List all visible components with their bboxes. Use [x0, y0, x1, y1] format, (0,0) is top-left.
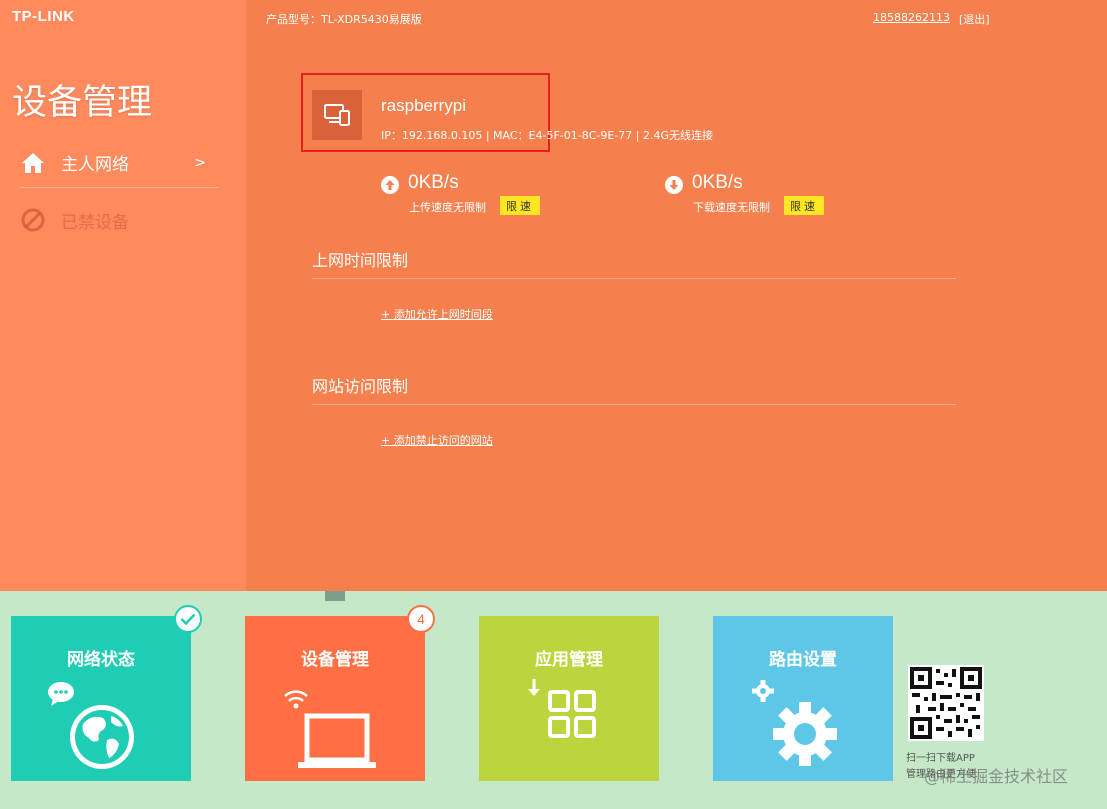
device-card: raspberrypi IP：192.168.0.105 | MAC：E4-5F…	[301, 73, 713, 152]
qr-caption: 扫一扫下载APP	[906, 753, 975, 764]
tile-app-management[interactable]: 应用管理	[479, 616, 659, 781]
tile-device-management[interactable]: 设备管理	[245, 616, 425, 781]
tile-router-settings[interactable]: 路由设置	[713, 616, 893, 781]
tile-label: 路由设置	[769, 650, 837, 670]
download-speed-value: 0KB/s	[692, 172, 743, 193]
globe-icon	[11, 674, 191, 774]
check-badge-icon	[174, 605, 202, 633]
qr-code-image	[908, 665, 984, 741]
upload-speed-desc: 上传速度无限制	[409, 201, 486, 214]
device-name: raspberrypi	[381, 96, 467, 115]
sidebar: TP-LINK 设备管理 主人网络 > 已禁设备	[0, 0, 246, 591]
logout-link[interactable]: [退出]	[959, 11, 990, 27]
sidebar-item-host-network[interactable]: 主人网络 >	[20, 138, 218, 188]
download-arrow-icon	[665, 176, 683, 194]
tile-label: 网络状态	[67, 650, 135, 670]
tile-network-status[interactable]: 网络状态	[11, 616, 191, 781]
sidebar-item-label: 主人网络	[61, 155, 129, 175]
download-limit-button[interactable]: 限速	[784, 196, 824, 215]
add-blocked-website-link[interactable]: + 添加禁止访问的网站	[381, 432, 493, 448]
tp-link-logo: TP-LINK	[12, 8, 75, 25]
chevron-right-icon: >	[194, 154, 206, 171]
laptop-wifi-icon	[245, 674, 425, 774]
sidebar-title: 设备管理	[12, 83, 153, 123]
watermark: @稀土掘金技术社区	[924, 767, 1069, 786]
forbidden-icon	[20, 207, 46, 233]
apps-grid-icon	[479, 674, 659, 774]
divider	[312, 404, 956, 405]
device-info: IP：192.168.0.105 | MAC：E4-5F-01-8C-9E-77…	[381, 129, 714, 142]
upload-limit-button[interactable]: 限速	[500, 196, 540, 215]
upload-arrow-icon	[381, 176, 399, 194]
divider	[312, 278, 956, 279]
devices-icon	[312, 90, 362, 140]
account-link[interactable]: 18588262113	[873, 11, 950, 24]
device-count-badge: 4	[407, 605, 435, 633]
tile-label: 应用管理	[535, 650, 603, 670]
download-speed-desc: 下载速度无限制	[693, 201, 770, 214]
sidebar-item-blocked-devices[interactable]: 已禁设备	[20, 195, 218, 245]
tile-label: 设备管理	[301, 650, 369, 670]
active-tile-indicator	[325, 591, 345, 601]
gear-icon	[713, 674, 893, 774]
time-limit-title: 上网时间限制	[312, 251, 409, 270]
website-limit-title: 网站访问限制	[312, 377, 409, 396]
bottom-nav: 网络状态 设备管理 4 应用管理 路由设置 扫一扫下载APP 管理路由更方便 @…	[0, 591, 1107, 809]
home-icon	[20, 150, 46, 176]
add-time-period-link[interactable]: + 添加允许上网时间段	[381, 306, 493, 322]
sidebar-item-label: 已禁设备	[61, 212, 129, 233]
main-panel: TP-LINK 设备管理 主人网络 > 已禁设备 产品型号：TL-XDR5430…	[0, 0, 1107, 591]
upload-speed-value: 0KB/s	[408, 172, 459, 193]
product-model: 产品型号：TL-XDR5430易展版	[266, 13, 422, 26]
